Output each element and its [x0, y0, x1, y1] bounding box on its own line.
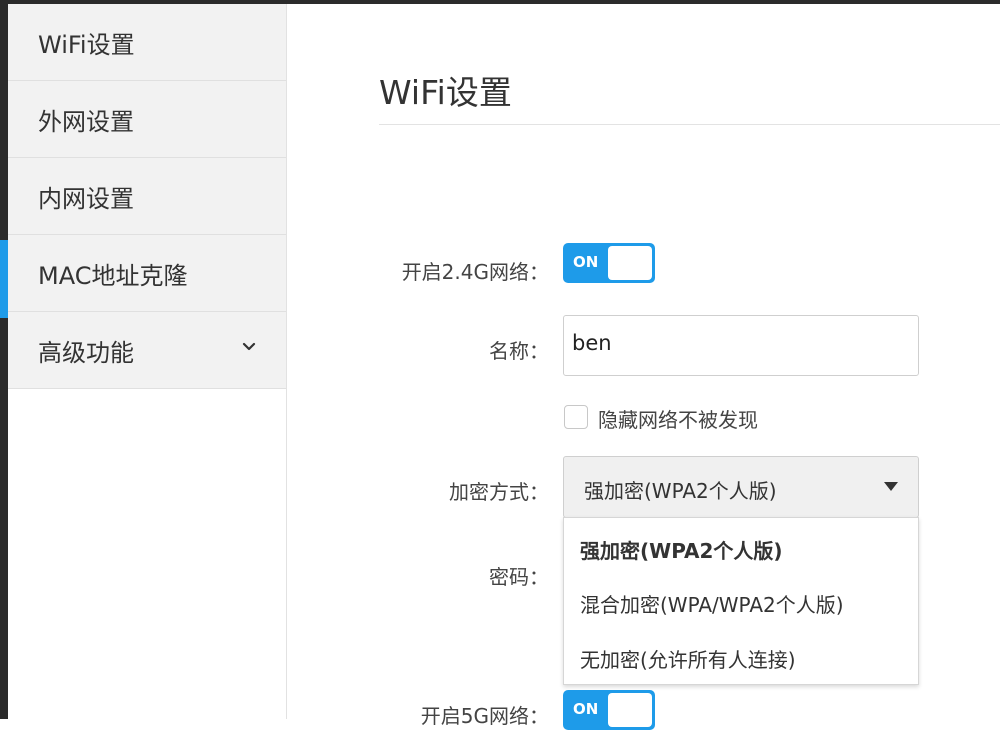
toggle-state-text: ON	[573, 700, 599, 718]
encryption-label: 加密方式：	[449, 480, 549, 504]
encryption-selected-value: 强加密(WPA2个人版)	[584, 479, 777, 503]
sidebar-item-label: 内网设置	[38, 184, 134, 213]
name-label: 名称：	[489, 339, 549, 363]
sidebar: WiFi设置 外网设置 内网设置 MAC地址克隆 高级功能	[8, 4, 287, 719]
page-title: WiFi设置	[379, 73, 512, 112]
sidebar-item-label: 外网设置	[38, 107, 134, 136]
wifi5-toggle[interactable]: ON	[563, 690, 655, 730]
sidebar-item-label: WiFi设置	[38, 30, 135, 59]
sidebar-item-lan-settings[interactable]: 内网设置	[8, 158, 286, 235]
sidebar-item-wan-settings[interactable]: 外网设置	[8, 81, 286, 158]
sidebar-item-mac-clone[interactable]: MAC地址克隆	[8, 235, 286, 312]
sidebar-item-wifi-settings[interactable]: WiFi设置	[8, 4, 286, 81]
caret-down-icon	[884, 482, 898, 491]
active-indicator	[0, 240, 8, 318]
sidebar-item-label: MAC地址克隆	[38, 261, 188, 290]
ssid-name-input[interactable]: ben	[563, 315, 919, 376]
left-frame-strip	[0, 0, 8, 719]
encryption-option-none[interactable]: 无加密(允许所有人连接)	[580, 644, 796, 673]
wifi24-toggle[interactable]: ON	[563, 243, 655, 283]
sidebar-item-advanced[interactable]: 高级功能	[8, 312, 286, 389]
sidebar-empty-area	[8, 389, 286, 719]
encryption-option-wpa2[interactable]: 强加密(WPA2个人版)	[580, 535, 783, 564]
hide-network-label: 隐藏网络不被发现	[598, 408, 758, 432]
toggle-knob	[608, 246, 652, 280]
sidebar-item-label: 高级功能	[38, 338, 134, 367]
main-panel: WiFi设置 开启2.4G网络： ON 名称： ben 隐藏网络不被发现 加密方…	[287, 4, 1000, 730]
password-label: 密码：	[489, 565, 549, 589]
hide-network-checkbox[interactable]	[564, 405, 588, 429]
wifi24-label: 开启2.4G网络：	[401, 260, 549, 284]
encryption-dropdown: 强加密(WPA2个人版) 混合加密(WPA/WPA2个人版) 无加密(允许所有人…	[563, 517, 919, 685]
title-divider	[379, 124, 1000, 125]
toggle-state-text: ON	[573, 253, 599, 271]
encryption-option-mixed[interactable]: 混合加密(WPA/WPA2个人版)	[580, 589, 844, 618]
wifi5-label: 开启5G网络：	[420, 704, 549, 728]
toggle-knob	[608, 693, 652, 727]
chevron-down-icon[interactable]	[242, 340, 256, 354]
encryption-select[interactable]: 强加密(WPA2个人版)	[563, 456, 919, 518]
sidebar-menu: WiFi设置 外网设置 内网设置 MAC地址克隆 高级功能	[8, 4, 286, 389]
